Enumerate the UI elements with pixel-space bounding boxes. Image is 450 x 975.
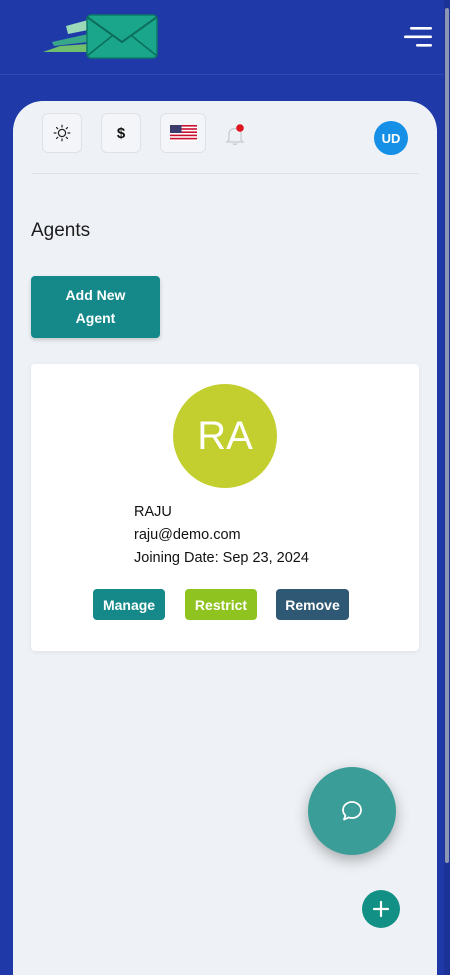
envelope-logo-icon[interactable]: [40, 12, 160, 60]
notification-dot: [236, 124, 244, 132]
chat-bubble-icon: [342, 801, 362, 821]
plus-icon: [372, 900, 390, 918]
add-new-agent-button[interactable]: Add New Agent: [31, 276, 160, 338]
agent-name: RAJU: [134, 504, 172, 520]
language-button[interactable]: [160, 113, 206, 153]
toolbar-divider: [32, 173, 419, 174]
scrollbar-thumb[interactable]: [445, 8, 449, 863]
scrollbar[interactable]: [444, 0, 450, 975]
user-avatar[interactable]: UD: [374, 121, 408, 155]
manage-button[interactable]: Manage: [93, 589, 165, 620]
agent-email: raju@demo.com: [134, 527, 241, 543]
bell-icon[interactable]: [223, 123, 247, 147]
add-fab-button[interactable]: [362, 890, 400, 928]
theme-toggle-button[interactable]: [42, 113, 82, 153]
sun-icon: [53, 124, 71, 142]
hamburger-menu-icon[interactable]: [402, 24, 436, 50]
page-title: Agents: [31, 220, 91, 241]
us-flag-icon: [169, 125, 197, 141]
restrict-button[interactable]: Restrict: [185, 589, 257, 620]
agent-card: RA RAJU raju@demo.com Joining Date: Sep …: [31, 364, 419, 651]
remove-button[interactable]: Remove: [276, 589, 349, 620]
top-app-bar: [0, 0, 450, 75]
chat-fab-button[interactable]: [308, 767, 396, 855]
agent-avatar: RA: [173, 384, 277, 488]
currency-button[interactable]: $: [101, 113, 141, 153]
currency-symbol: $: [116, 124, 126, 142]
agent-info: RAJU raju@demo.com Joining Date: Sep 23,…: [134, 501, 309, 570]
agent-joining-date: Joining Date: Sep 23, 2024: [134, 550, 309, 566]
